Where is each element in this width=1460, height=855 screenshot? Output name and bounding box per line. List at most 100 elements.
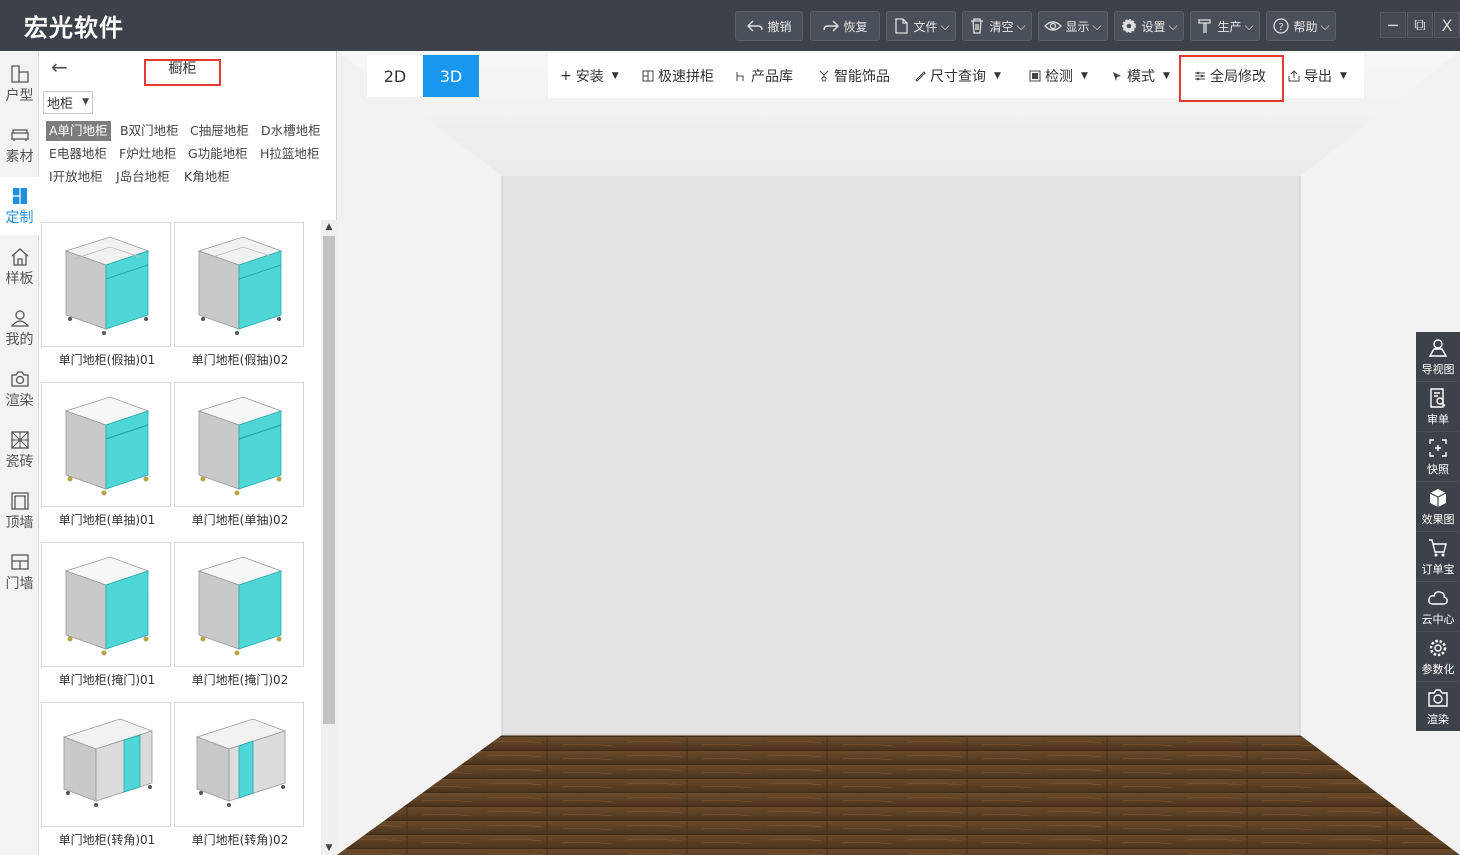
order-treasure-button[interactable]: 订单宝 [1416, 532, 1460, 582]
category-tab[interactable]: F炉灶地柜 [116, 144, 179, 164]
display-menu-button[interactable]: 显示 ⌵ [1038, 11, 1108, 41]
nav-item-mine[interactable]: 我的 [0, 299, 39, 357]
gear-icon [1122, 19, 1137, 33]
person-pin-icon [1428, 338, 1448, 357]
display-label: 显示 [1065, 19, 1090, 34]
nav-item-door-wall[interactable]: 门墙 [0, 543, 39, 601]
product-card[interactable] [174, 222, 304, 347]
restore-button[interactable]: ⧉ [1407, 12, 1433, 38]
category-tab[interactable]: G功能地柜 [185, 144, 251, 164]
tool-label: 极速拼柜 [658, 68, 714, 85]
panel-scrollbar[interactable]: ▲ ▼ [321, 220, 337, 855]
back-arrow-icon[interactable]: ← [51, 55, 68, 79]
floating-label: 云中心 [1421, 612, 1455, 626]
scroll-down-icon[interactable]: ▼ [321, 841, 337, 855]
parametric-button[interactable]: 参数化 [1416, 632, 1460, 682]
cloud-center-button[interactable]: 云中心 [1416, 582, 1460, 632]
nav-item-custom[interactable]: 定制 [0, 177, 39, 235]
redo-button[interactable]: 恢复 [810, 11, 880, 41]
left-nav: 户型 素材 定制 样板 我的 渲染 瓷砖 顶墙 门墙 [0, 51, 39, 855]
design-viewport[interactable]: 2D 3D + 安装 ▼ 极速拼柜 产品库 智能饰品 尺寸查询 ▼ 检测 ▼ 模… [337, 51, 1460, 855]
redo-label: 恢复 [843, 19, 868, 34]
app-title: 宏光软件 [24, 14, 124, 42]
snapshot-button[interactable]: 快照 [1416, 432, 1460, 482]
inspect-icon [1029, 70, 1041, 81]
nav-label: 瓷砖 [5, 453, 34, 470]
dropdown-caret-icon: ▼ [1081, 70, 1088, 81]
smart-decor-button[interactable]: 智能饰品 [818, 53, 890, 98]
file-menu-button[interactable]: 文件 ⌵ [886, 11, 956, 41]
production-menu-button[interactable]: 生产 ⌵ [1190, 11, 1260, 41]
quick-assemble-button[interactable]: 极速拼柜 [642, 53, 714, 98]
chevron-down-icon: ⌵ [1244, 18, 1254, 33]
gear-icon [1429, 639, 1447, 656]
production-label: 生产 [1217, 19, 1242, 34]
help-menu-button[interactable]: ? 帮助 ⌵ [1266, 11, 1336, 41]
nav-item-tiles[interactable]: 瓷砖 [0, 421, 39, 479]
cabinet-thumbnail-icon [64, 236, 150, 335]
catalog-panel: ← 橱柜 地柜 ▼ A单门地柜 B双门地柜 C抽屉地柜 D水槽地柜 E电器地柜 … [39, 51, 337, 855]
product-card[interactable] [174, 542, 304, 667]
undo-button[interactable]: 撤销 [735, 11, 803, 41]
category-tab[interactable]: H拉篮地柜 [257, 144, 322, 164]
view-2d-button[interactable]: 2D [367, 55, 423, 97]
tool-label: 产品库 [751, 68, 793, 85]
cart-icon [1429, 538, 1447, 556]
view-3d-button[interactable]: 3D [423, 55, 479, 97]
product-library-button[interactable]: 产品库 [735, 53, 793, 98]
mode-menu-button[interactable]: 模式 ▼ [1111, 53, 1170, 98]
export-menu-button[interactable]: 导出 ▼ [1288, 53, 1347, 98]
render-image-button[interactable]: 效果图 [1416, 482, 1460, 532]
nav-item-floorplan[interactable]: 户型 [0, 55, 39, 113]
product-card[interactable] [41, 382, 171, 507]
category-tab[interactable]: A单门地柜 [46, 121, 111, 141]
install-menu-button[interactable]: + 安装 ▼ [560, 53, 619, 98]
clear-menu-button[interactable]: 清空 ⌵ [962, 11, 1032, 41]
inspect-menu-button[interactable]: 检测 ▼ [1029, 53, 1088, 98]
category-tab[interactable]: C抽屉地柜 [187, 121, 252, 141]
product-label: 单门地柜(假抽)01 [58, 353, 156, 367]
size-query-button[interactable]: 尺寸查询 ▼ [914, 53, 1001, 98]
review-order-button[interactable]: 审单 [1416, 382, 1460, 432]
cabinet-thumbnail-icon [197, 556, 283, 656]
product-label: 单门地柜(掩门)01 [58, 673, 156, 687]
category-tab[interactable]: B双门地柜 [117, 121, 182, 141]
nav-item-render[interactable]: 渲染 [0, 360, 39, 418]
category-tab[interactable]: E电器地柜 [46, 144, 110, 164]
floating-label: 审单 [1427, 412, 1449, 426]
settings-menu-button[interactable]: 设置 ⌵ [1114, 11, 1184, 41]
redo-icon [823, 20, 840, 32]
render-button[interactable]: 渲染 [1416, 682, 1460, 732]
user-icon [10, 309, 29, 327]
product-card[interactable] [174, 382, 304, 507]
category-select[interactable]: 地柜 ▼ [43, 91, 93, 114]
scrollbar-thumb[interactable] [323, 236, 335, 724]
category-tab[interactable]: I开放地柜 [46, 167, 106, 187]
close-button[interactable]: X [1434, 12, 1460, 38]
nav-item-ceiling-wall[interactable]: 顶墙 [0, 482, 39, 540]
nav-item-materials[interactable]: 素材 [0, 116, 39, 174]
camera-icon [10, 370, 29, 387]
product-label: 单门地柜(假抽)02 [191, 353, 289, 367]
product-card[interactable] [174, 702, 304, 827]
product-card[interactable] [41, 222, 171, 347]
eye-icon [1044, 21, 1063, 31]
nav-item-templates[interactable]: 样板 [0, 238, 39, 296]
undo-label: 撤销 [767, 19, 792, 34]
category-tab[interactable]: D水槽地柜 [258, 121, 324, 141]
category-tab[interactable]: K角地柜 [181, 167, 233, 187]
category-tab[interactable]: J岛台地柜 [113, 167, 173, 187]
corner-cabinet-thumbnail-icon [195, 718, 287, 807]
product-card[interactable] [41, 542, 171, 667]
product-card[interactable] [41, 702, 171, 827]
minimize-button[interactable]: ─ [1380, 12, 1406, 38]
chevron-down-icon: ⌵ [1016, 18, 1026, 33]
nav-label: 素材 [5, 148, 34, 165]
corner-cabinet-thumbnail-icon [62, 718, 154, 807]
floating-label: 订单宝 [1421, 562, 1455, 576]
scroll-up-icon[interactable]: ▲ [321, 220, 337, 234]
cabinet-thumbnail-icon [64, 556, 150, 656]
floating-label: 效果图 [1421, 512, 1455, 526]
dropdown-caret-icon: ▼ [1340, 70, 1347, 81]
navigator-view-button[interactable]: 导视图 [1416, 332, 1460, 382]
